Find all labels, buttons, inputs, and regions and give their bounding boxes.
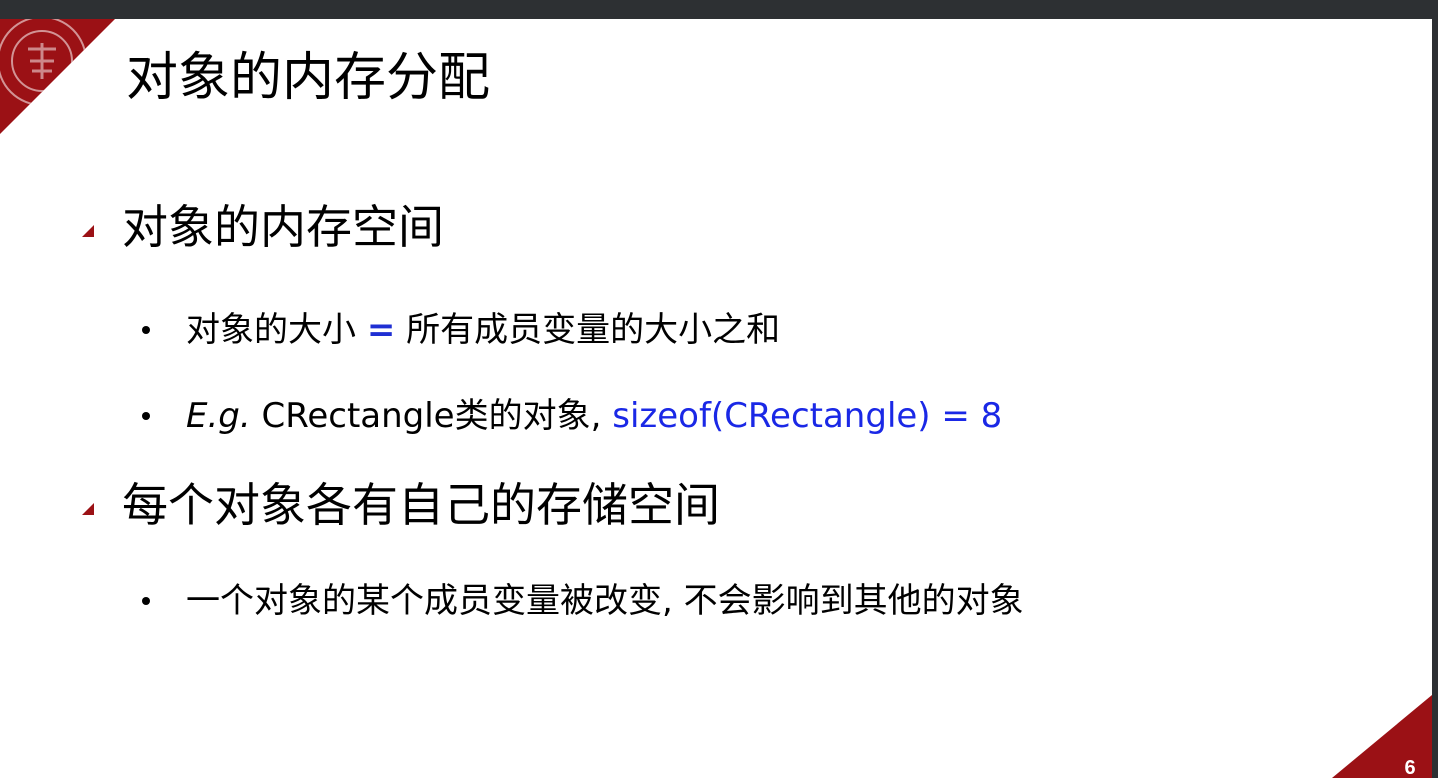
bullet-text: 一个对象的某个成员变量被改变, 不会影响到其他的对象 [186, 581, 1024, 621]
equals-operator: = [366, 310, 396, 350]
bullet-text: 对象的内存空间 [122, 200, 444, 254]
bullet-text-prefix: 对象的大小 [186, 310, 367, 350]
bullet-text: E.g. CRectangle类的对象, sizeof(CRectangle) … [186, 395, 1002, 438]
slide-canvas: 对象的内存分配 对象的内存空间 对象的大小 = 所有成员变量的大小之和 E.g.… [0, 19, 1432, 778]
triangle-bullet-icon [82, 503, 94, 515]
dot-bullet-icon [142, 326, 150, 334]
dot-bullet-icon [142, 412, 150, 420]
example-label: E.g. [186, 396, 251, 436]
window-top-bar [0, 0, 1438, 19]
bullet-text-suffix: 所有成员变量的大小之和 [395, 310, 781, 350]
university-seal-icon [0, 19, 115, 134]
window-right-edge [1432, 19, 1438, 778]
slide-title: 对象的内存分配 [126, 48, 491, 108]
bullet-text: 每个对象各有自己的存储空间 [122, 478, 720, 532]
triangle-bullet-icon [82, 225, 94, 237]
bullet-text: 对象的大小 = 所有成员变量的大小之和 [186, 309, 780, 352]
bullet-text-plain: CRectangle类的对象, [250, 396, 613, 436]
dot-bullet-icon [142, 597, 150, 605]
code-expression: sizeof(CRectangle) = 8 [612, 396, 1003, 436]
page-number: 6 [1404, 757, 1416, 778]
